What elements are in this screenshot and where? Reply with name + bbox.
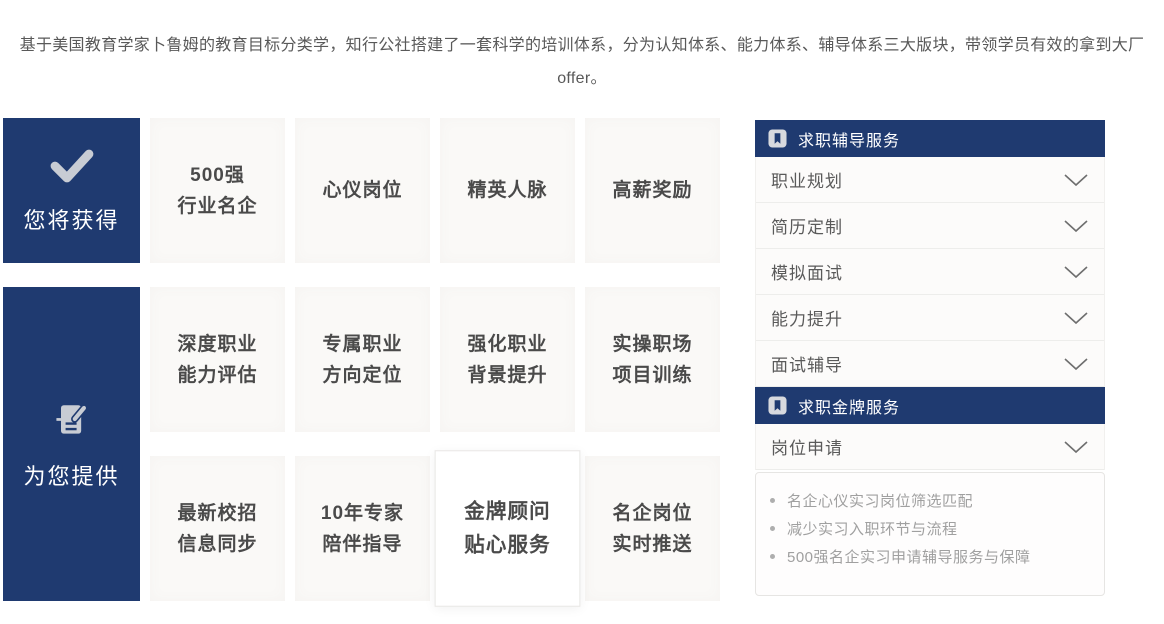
card-label-line: 最新校招 bbox=[177, 498, 257, 529]
card-label-line: 能力评估 bbox=[177, 360, 257, 391]
intro-text: 基于美国教育学家卜鲁姆的教育目标分类学，知行公社搭建了一套科学的培训体系，分为认… bbox=[0, 29, 1164, 95]
card-label-line: 信息同步 bbox=[177, 529, 257, 560]
chevron-down-icon bbox=[1063, 311, 1089, 325]
gold-accordion: 岗位申请 bbox=[755, 424, 1105, 470]
card-label-line: 金牌顾问 bbox=[464, 495, 550, 528]
accordion-item-mock-interview[interactable]: 模拟面试 bbox=[756, 249, 1104, 295]
banner-you-will-get: 您将获得 bbox=[3, 118, 140, 263]
card-label-line: 精英人脉 bbox=[467, 175, 547, 206]
services-panel: 求职辅导服务 职业规划 简历定制 模拟面试 bbox=[755, 120, 1105, 596]
banner-label: 您将获得 bbox=[23, 203, 119, 235]
feature-card[interactable]: 500强 行业名企 bbox=[150, 118, 285, 263]
accordion-label: 岗位申请 bbox=[771, 434, 843, 459]
banner-label: 为您提供 bbox=[23, 459, 119, 491]
gold-service-bullet-list: 名企心仪实习岗位筛选匹配 减少实习入职环节与流程 500强名企实习申请辅导服务与… bbox=[770, 488, 1090, 572]
bullet-item: 500强名企实习申请辅导服务与保障 bbox=[770, 544, 1090, 572]
accordion-item-resume-customization[interactable]: 简历定制 bbox=[756, 203, 1104, 249]
accordion-item-career-planning[interactable]: 职业规划 bbox=[756, 157, 1104, 203]
feature-card[interactable]: 深度职业 能力评估 bbox=[150, 287, 285, 432]
card-label-line: 专属职业 bbox=[322, 329, 402, 360]
page: 基于美国教育学家卜鲁姆的教育目标分类学，知行公社搭建了一套科学的培训体系，分为认… bbox=[0, 0, 1164, 624]
feature-card[interactable]: 实操职场 项目训练 bbox=[585, 287, 720, 432]
panel-header-coaching: 求职辅导服务 bbox=[755, 120, 1105, 157]
feature-card[interactable]: 10年专家 陪伴指导 bbox=[295, 456, 430, 601]
panel-title: 求职金牌服务 bbox=[798, 394, 900, 418]
chevron-down-icon bbox=[1063, 440, 1089, 454]
bookmark-icon bbox=[768, 129, 787, 148]
card-label-line: 实操职场 bbox=[612, 329, 692, 360]
card-label-line: 高薪奖励 bbox=[612, 175, 692, 206]
gold-service-details: 名企心仪实习岗位筛选匹配 减少实习入职环节与流程 500强名企实习申请辅导服务与… bbox=[755, 472, 1105, 596]
feature-grid: 您将获得 500强 行业名企 心仪岗位 精英人脉 高薪奖励 bbox=[3, 118, 720, 601]
card-label-line: 背景提升 bbox=[467, 360, 547, 391]
feature-card[interactable]: 精英人脉 bbox=[440, 118, 575, 263]
accordion-item-interview-coaching[interactable]: 面试辅导 bbox=[756, 341, 1104, 387]
card-label-line: 名企岗位 bbox=[612, 498, 692, 529]
chevron-down-icon bbox=[1063, 219, 1089, 233]
card-label-line: 行业名企 bbox=[177, 191, 257, 222]
card-label-line: 方向定位 bbox=[322, 360, 402, 391]
card-label-line: 陪伴指导 bbox=[322, 529, 402, 560]
card-label-line: 实时推送 bbox=[612, 529, 692, 560]
card-label-line: 心仪岗位 bbox=[322, 175, 402, 206]
feature-card[interactable]: 名企岗位 实时推送 bbox=[585, 456, 720, 601]
feature-card[interactable]: 强化职业 背景提升 bbox=[440, 287, 575, 432]
card-label-line: 项目训练 bbox=[612, 360, 692, 391]
edit-document-icon bbox=[50, 397, 94, 446]
accordion-item-ability-improvement[interactable]: 能力提升 bbox=[756, 295, 1104, 341]
card-label-line: 10年专家 bbox=[321, 498, 404, 529]
panel-title: 求职辅导服务 bbox=[798, 127, 900, 151]
accordion-label: 简历定制 bbox=[771, 213, 843, 238]
feature-card-highlighted[interactable]: 金牌顾问 贴心服务 bbox=[435, 450, 581, 607]
feature-card[interactable]: 专属职业 方向定位 bbox=[295, 287, 430, 432]
chevron-down-icon bbox=[1063, 265, 1089, 279]
card-label-line: 500强 bbox=[190, 160, 245, 191]
banner-we-provide: 为您提供 bbox=[3, 287, 140, 601]
bullet-item: 名企心仪实习岗位筛选匹配 bbox=[770, 488, 1090, 516]
feature-card[interactable]: 高薪奖励 bbox=[585, 118, 720, 263]
accordion-label: 模拟面试 bbox=[771, 259, 843, 284]
card-label-line: 贴心服务 bbox=[464, 529, 550, 562]
chevron-down-icon bbox=[1063, 357, 1089, 371]
panel-header-gold-service: 求职金牌服务 bbox=[755, 387, 1105, 424]
accordion-label: 面试辅导 bbox=[771, 351, 843, 376]
accordion-label: 能力提升 bbox=[771, 305, 843, 330]
card-label-line: 深度职业 bbox=[177, 329, 257, 360]
coaching-accordion: 职业规划 简历定制 模拟面试 能力提升 bbox=[755, 157, 1105, 387]
feature-card[interactable]: 最新校招 信息同步 bbox=[150, 456, 285, 601]
chevron-down-icon bbox=[1063, 173, 1089, 187]
bookmark-icon bbox=[768, 396, 787, 415]
accordion-item-job-application[interactable]: 岗位申请 bbox=[756, 424, 1104, 470]
bullet-item: 减少实习入职环节与流程 bbox=[770, 516, 1090, 544]
feature-card[interactable]: 心仪岗位 bbox=[295, 118, 430, 263]
accordion-label: 职业规划 bbox=[771, 167, 843, 192]
card-label-line: 强化职业 bbox=[467, 329, 547, 360]
check-icon bbox=[48, 147, 96, 190]
